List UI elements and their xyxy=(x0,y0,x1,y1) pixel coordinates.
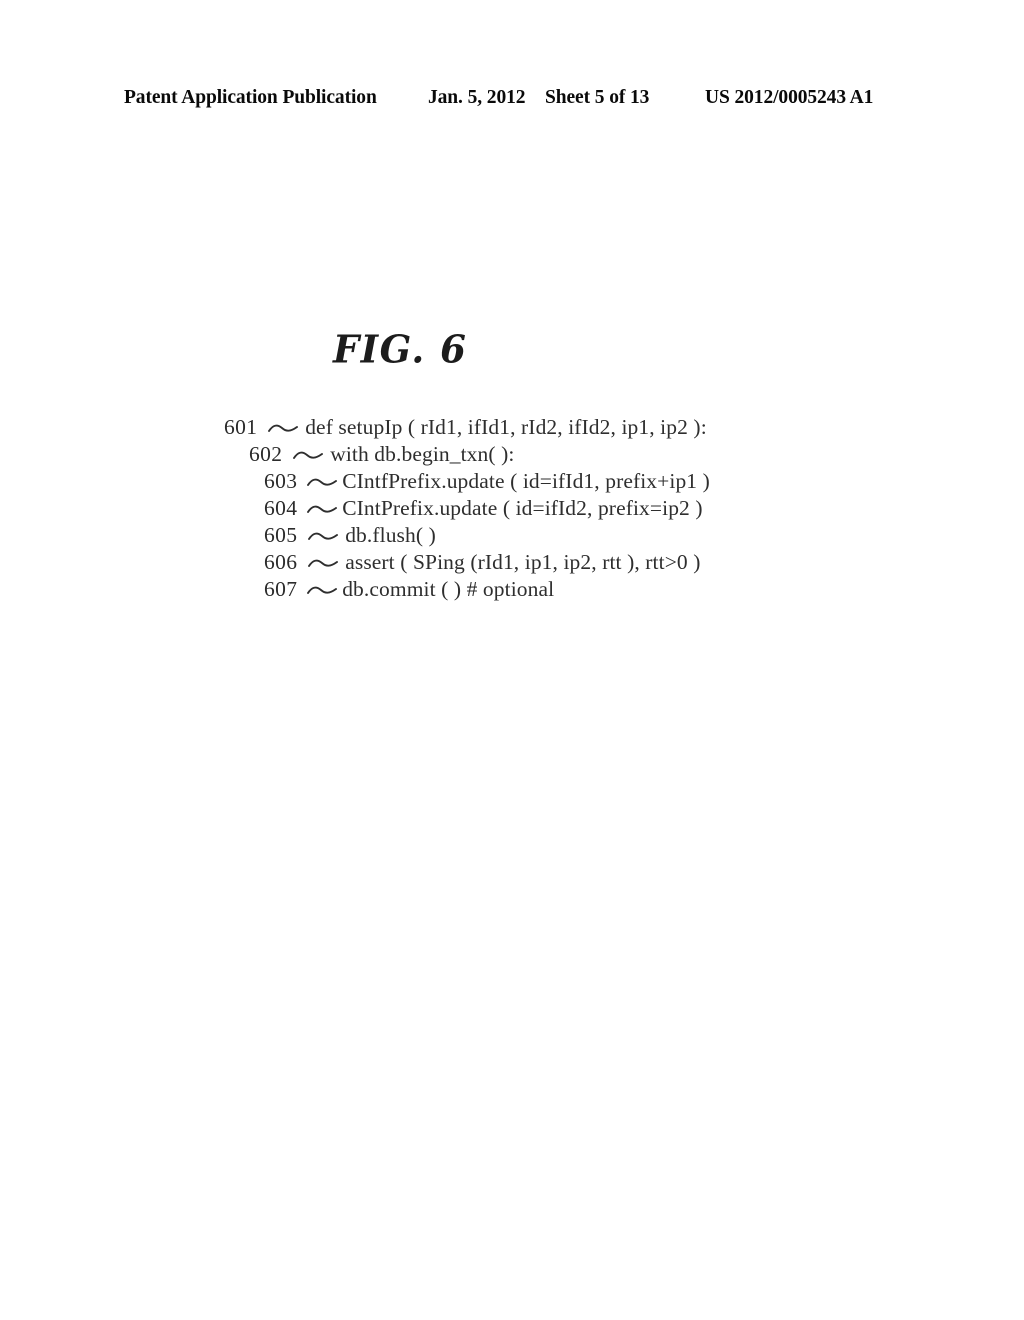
reference-numeral: 603 xyxy=(264,469,298,493)
wave-leader-line-icon xyxy=(307,557,338,571)
code-line: 603 CIntfPrefix.update ( id=ifId1, prefi… xyxy=(0,468,1024,495)
code-text: def setupIp ( rId1, ifId1, rId2, ifId2, … xyxy=(305,415,707,439)
code-text: CIntfPrefix.update ( id=ifId1, prefix+ip… xyxy=(342,469,710,493)
wave-leader-line-icon xyxy=(307,530,338,544)
code-line: 604 CIntPrefix.update ( id=ifId2, prefix… xyxy=(0,495,1024,522)
reference-numeral: 604 xyxy=(264,496,298,520)
wave-leader-line-icon xyxy=(292,449,323,463)
reference-numeral: 606 xyxy=(264,550,298,574)
figure-6: FIG. 6 601 def setupIp ( rId1, ifId1, rI… xyxy=(0,0,1024,1320)
reference-numeral: 601 xyxy=(224,415,258,439)
pseudocode-listing: 601 def setupIp ( rId1, ifId1, rId2, ifI… xyxy=(0,414,1024,603)
figure-label: FIG. 6 xyxy=(333,326,468,372)
reference-numeral: 602 xyxy=(249,442,283,466)
patent-drawing-page: Patent Application Publication Jan. 5, 2… xyxy=(0,0,1024,1320)
code-text: with db.begin_txn( ): xyxy=(330,442,515,466)
code-text: db.flush( ) xyxy=(345,523,436,547)
code-line: 602 with db.begin_txn( ): xyxy=(0,441,1024,468)
wave-leader-line-icon xyxy=(306,584,337,598)
reference-numeral: 607 xyxy=(264,577,298,601)
code-text: CIntPrefix.update ( id=ifId2, prefix=ip2… xyxy=(342,496,703,520)
code-line: 606 assert ( SPing (rId1, ip1, ip2, rtt … xyxy=(0,549,1024,576)
wave-leader-line-icon xyxy=(306,503,337,517)
reference-numeral: 605 xyxy=(264,523,298,547)
wave-leader-line-icon xyxy=(306,476,337,490)
wave-leader-line-icon xyxy=(267,422,298,436)
code-text: assert ( SPing (rId1, ip1, ip2, rtt ), r… xyxy=(345,550,701,574)
code-line: 601 def setupIp ( rId1, ifId1, rId2, ifI… xyxy=(0,414,1024,441)
code-text: db.commit ( ) # optional xyxy=(342,577,555,601)
code-line: 607 db.commit ( ) # optional xyxy=(0,576,1024,603)
code-line: 605 db.flush( ) xyxy=(0,522,1024,549)
